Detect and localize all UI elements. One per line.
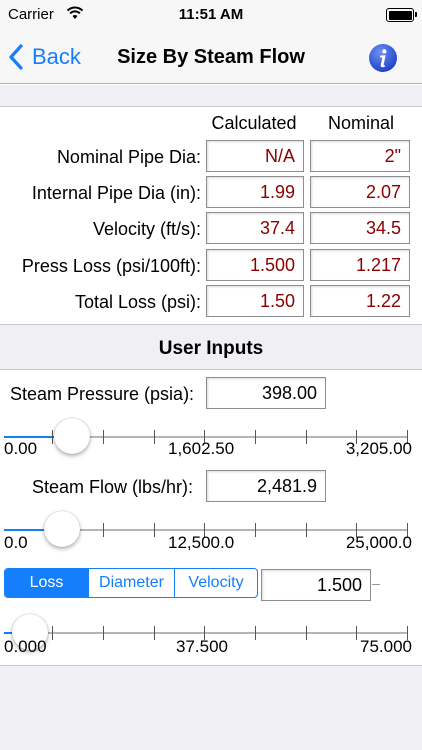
steam-flow-max: 25,000.0: [345, 533, 412, 552]
nav-bar: Back Size By Steam Flow: [0, 32, 422, 84]
battery-icon: [386, 8, 417, 22]
steam-flow-slider-thumb[interactable]: [43, 511, 80, 547]
column-header-calculated: Calculated: [211, 113, 297, 133]
mode-segmented-control: Loss Diameter Velocity: [4, 568, 258, 598]
row-label-press-loss: Press Loss (psi/100ft):: [21, 256, 201, 276]
page-title: Size By Steam Flow: [117, 46, 305, 68]
segment-velocity[interactable]: Velocity: [175, 569, 257, 597]
row-label-nominal-pipe-dia: Nominal Pipe Dia:: [56, 147, 201, 167]
segment-loss[interactable]: Loss: [5, 569, 89, 597]
nominal-velocity: 34.5: [310, 212, 410, 244]
nominal-nominal-pipe-dia: 2": [310, 140, 410, 172]
header-gray-band: [0, 85, 422, 106]
mode-value-mid: 37.500: [176, 637, 228, 656]
segment-diameter[interactable]: Diameter: [89, 569, 175, 597]
steam-flow-input[interactable]: 2,481.9: [206, 470, 326, 502]
divider: [372, 584, 380, 585]
row-label-internal-pipe-dia: Internal Pipe Dia (in):: [31, 183, 201, 203]
steam-flow-label: Steam Flow (lbs/hr):: [32, 477, 194, 497]
section-title-user-inputs: User Inputs: [158, 338, 264, 359]
steam-flow-min: 0.0: [4, 533, 28, 552]
info-icon[interactable]: [368, 43, 398, 73]
divider: [0, 369, 422, 370]
mode-value-max: 75.000: [360, 637, 412, 656]
nominal-internal-pipe-dia: 2.07: [310, 176, 410, 208]
nominal-press-loss: 1.217: [310, 249, 410, 281]
divider: [0, 106, 422, 107]
row-label-total-loss: Total Loss (psi):: [74, 292, 201, 312]
steam-flow-mid: 12,500.0: [168, 533, 235, 552]
row-label-velocity: Velocity (ft/s):: [92, 219, 201, 239]
mode-value-input[interactable]: 1.500: [261, 569, 371, 601]
calculated-nominal-pipe-dia: N/A: [206, 140, 304, 172]
steam-pressure-max: 3,205.00: [345, 439, 412, 458]
calculated-internal-pipe-dia: 1.99: [206, 176, 304, 208]
steam-pressure-slider-thumb[interactable]: [54, 418, 91, 454]
steam-pressure-min: 0.00: [4, 439, 38, 458]
nominal-total-loss: 1.22: [310, 285, 410, 317]
calculated-velocity: 37.4: [206, 212, 304, 244]
status-time: 11:51 AM: [178, 6, 244, 23]
calculated-total-loss: 1.50: [206, 285, 304, 317]
steam-pressure-mid: 1,602.50: [168, 439, 235, 458]
calculated-press-loss: 1.500: [206, 249, 304, 281]
column-header-nominal: Nominal: [327, 113, 395, 133]
status-bar: Carrier 11:51 AM: [0, 0, 422, 32]
steam-pressure-input[interactable]: 398.00: [206, 377, 326, 409]
steam-pressure-label: Steam Pressure (psia):: [10, 384, 195, 404]
bottom-gray-area: [0, 666, 422, 750]
mode-value-min: 0.000: [4, 637, 47, 656]
